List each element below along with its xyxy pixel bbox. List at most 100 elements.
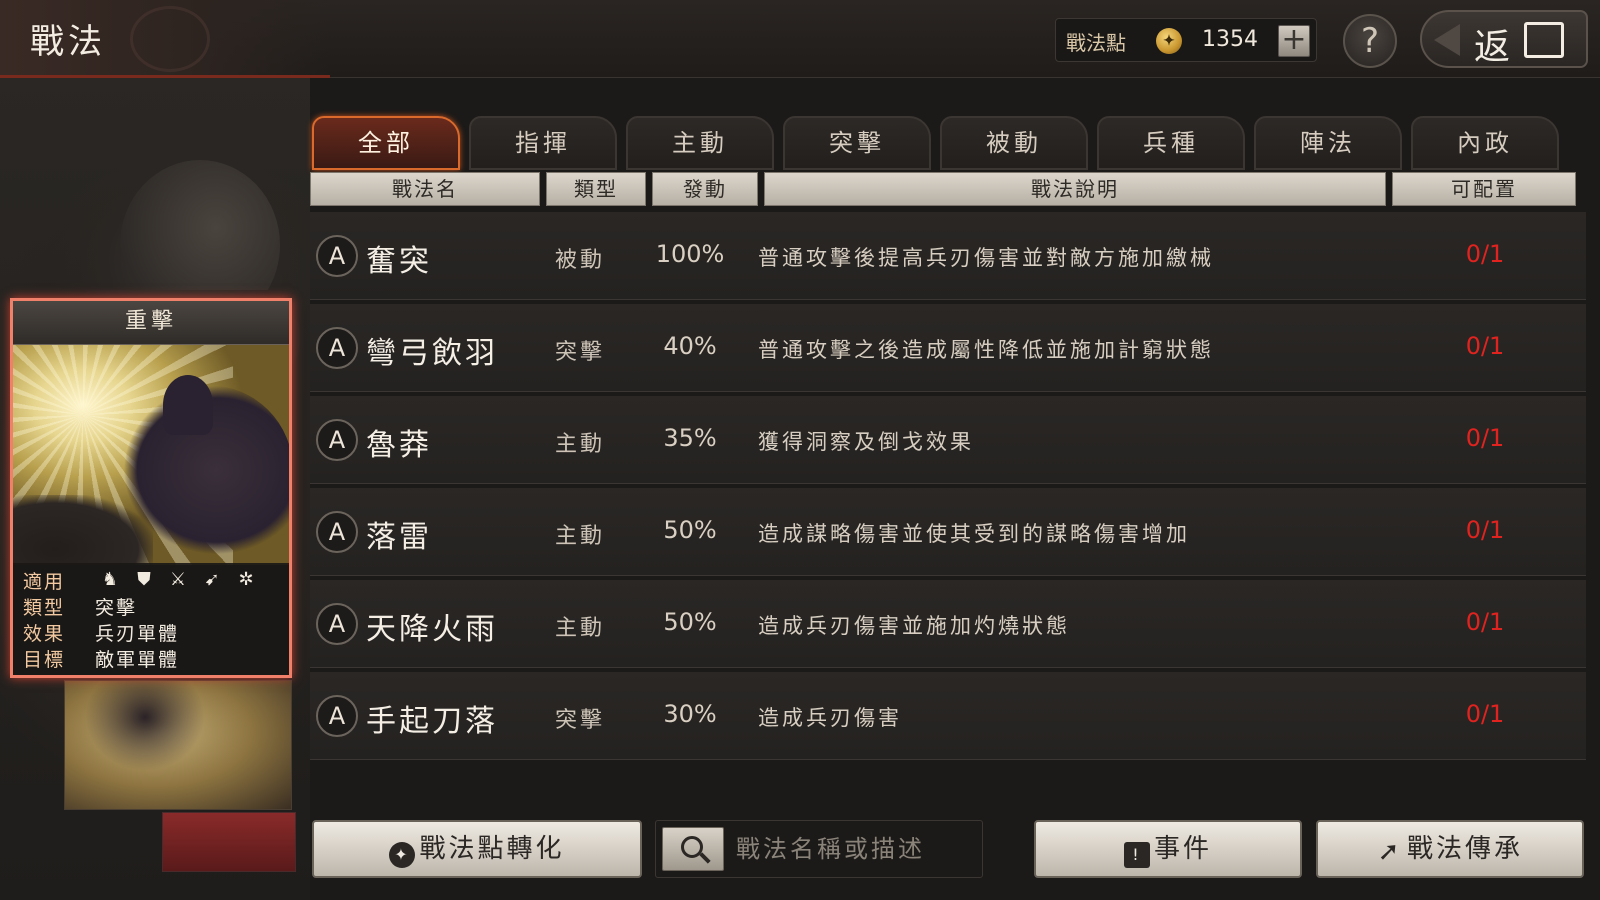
tactic-points-coin-icon: ✦	[1156, 28, 1182, 54]
stacked-card-art-red[interactable]	[162, 812, 296, 872]
tactic-points-value: 1354	[1202, 27, 1258, 52]
card-type-value: 突擊	[95, 597, 138, 619]
back-arrow-icon	[1434, 24, 1460, 56]
tab-passive[interactable]: 被動	[940, 116, 1088, 170]
page-title: 戰法	[30, 22, 106, 62]
tactic-allocation: 0/1	[1465, 424, 1505, 452]
card-applicable-label: 適用	[23, 571, 66, 593]
back-box-icon	[1524, 22, 1564, 58]
card-effect-label: 效果	[23, 623, 66, 645]
card-target-label: 目標	[23, 649, 66, 671]
card-type-label: 類型	[23, 597, 66, 619]
tab-domestic[interactable]: 內政	[1411, 116, 1559, 170]
card-type-row: 類型 突擊	[23, 593, 283, 619]
tactic-row[interactable]: A 手起刀落 突擊 30% 造成兵刃傷害 0/1	[310, 672, 1586, 760]
tactic-allocation: 0/1	[1465, 608, 1505, 636]
grade-badge: A	[316, 511, 358, 553]
tactic-point-icon: ✦	[389, 842, 416, 868]
tactic-name: 落雷	[366, 520, 432, 555]
tactic-row[interactable]: A 魯莽 主動 35% 獲得洞察及倒戈效果 0/1	[310, 396, 1586, 484]
title-banner: 戰法	[0, 0, 330, 78]
card-applicable-row: 適用 ♞ ⛊ ⚔ ➹ ✲	[23, 567, 283, 593]
card-target-value: 敵軍單體	[95, 649, 180, 671]
selected-tactic-card[interactable]: 重擊 適用 ♞ ⛊ ⚔ ➹ ✲ 類型 突擊 效果 兵刃單體 目標 敵軍單體	[10, 298, 292, 678]
column-headers: 戰法名 類型 發動 戰法說明 可配置	[310, 172, 1586, 206]
tab-assault[interactable]: 突擊	[783, 116, 931, 170]
search-button[interactable]	[662, 827, 724, 871]
card-target-row: 目標 敵軍單體	[23, 645, 283, 671]
inherit-arrow-icon: ➚	[1377, 837, 1403, 867]
tactic-allocation: 0/1	[1465, 240, 1505, 268]
tactic-rate: 35%	[663, 424, 717, 452]
grade-badge: A	[316, 695, 358, 737]
tactic-list: A 奮突 被動 100% 普通攻擊後提高兵刃傷害並對敵方施加繳械 0/1 A 彎…	[310, 212, 1586, 792]
tactic-rate: 50%	[663, 516, 717, 544]
cavalry-icon: ♞	[101, 569, 119, 590]
crossed-swords-icon: ⚔	[169, 569, 187, 590]
grade-badge: A	[316, 419, 358, 461]
alert-icon: !	[1123, 842, 1150, 868]
tactic-name: 魯莽	[366, 428, 432, 463]
tactic-points-label: 戰法點	[1066, 31, 1126, 55]
header-allocatable[interactable]: 可配置	[1392, 172, 1576, 206]
header-description: 戰法說明	[764, 172, 1386, 206]
tactic-description: 普通攻擊之後造成屬性降低並施加計窮狀態	[758, 338, 1214, 362]
tab-command[interactable]: 指揮	[469, 116, 617, 170]
tactic-description: 普通攻擊後提高兵刃傷害並對敵方施加繳械	[758, 246, 1214, 270]
tactic-type: 主動	[554, 616, 605, 641]
header-tactic-name[interactable]: 戰法名	[310, 172, 540, 206]
tactic-inherit-button[interactable]: ➚ 戰法傳承	[1316, 820, 1584, 878]
add-points-button[interactable]: +	[1278, 25, 1310, 57]
tactic-name: 手起刀落	[366, 704, 498, 739]
search-box	[655, 820, 983, 878]
tactic-row[interactable]: A 天降火雨 主動 50% 造成兵刃傷害並施加灼燒狀態 0/1	[310, 580, 1586, 668]
tactic-rate: 40%	[663, 332, 717, 360]
wheel-icon: ✲	[238, 569, 254, 590]
event-label: 事件	[1153, 834, 1212, 864]
tactic-type: 突擊	[554, 708, 605, 733]
tactic-type: 主動	[554, 432, 605, 457]
convert-points-button[interactable]: ✦ 戰法點轉化	[312, 820, 642, 878]
tactic-allocation: 0/1	[1465, 332, 1505, 360]
tactic-name: 奮突	[366, 244, 432, 279]
title-swirl-decoration	[130, 6, 210, 72]
tactic-description: 造成兵刃傷害並施加灼燒狀態	[758, 614, 1070, 638]
tactic-description: 造成兵刃傷害	[758, 706, 902, 730]
convert-points-label: 戰法點轉化	[419, 834, 565, 864]
tactic-name: 天降火雨	[366, 612, 498, 647]
tactic-row[interactable]: A 落雷 主動 50% 造成謀略傷害並使其受到的謀略傷害增加 0/1	[310, 488, 1586, 576]
card-title: 重擊	[13, 301, 289, 345]
event-button[interactable]: ! 事件	[1034, 820, 1302, 878]
tactic-rate: 50%	[663, 608, 717, 636]
grade-badge: A	[316, 235, 358, 277]
search-input[interactable]	[736, 829, 976, 869]
tab-formation[interactable]: 陣法	[1254, 116, 1402, 170]
shield-icon: ⛊	[137, 569, 151, 590]
tactic-row[interactable]: A 彎弓飲羽 突擊 40% 普通攻擊之後造成屬性降低並施加計窮狀態 0/1	[310, 304, 1586, 392]
tab-troop[interactable]: 兵種	[1097, 116, 1245, 170]
header-trigger-rate[interactable]: 發動	[652, 172, 758, 206]
category-tabs: 全部 指揮 主動 突擊 被動 兵種 陣法 內政	[312, 116, 1574, 170]
header-type[interactable]: 類型	[546, 172, 646, 206]
help-button[interactable]: ?	[1343, 14, 1397, 68]
tactic-description: 獲得洞察及倒戈效果	[758, 430, 974, 454]
tab-active[interactable]: 主動	[626, 116, 774, 170]
tactic-row[interactable]: A 奮突 被動 100% 普通攻擊後提高兵刃傷害並對敵方施加繳械 0/1	[310, 212, 1586, 300]
tactic-description: 造成謀略傷害並使其受到的謀略傷害增加	[758, 522, 1190, 546]
back-button[interactable]: 返	[1420, 10, 1588, 68]
card-art-rider	[163, 375, 213, 435]
stacked-card-figure	[85, 681, 205, 771]
card-effect-value: 兵刃單體	[95, 623, 180, 645]
tactic-type: 突擊	[554, 340, 605, 365]
tactic-rate: 30%	[663, 700, 717, 728]
tab-all[interactable]: 全部	[312, 116, 460, 170]
tactic-type: 被動	[554, 248, 605, 273]
tactic-points-display: 戰法點 ✦ 1354 +	[1055, 18, 1317, 62]
tactic-name: 彎弓飲羽	[366, 336, 498, 371]
tactic-inherit-label: 戰法傳承	[1406, 834, 1523, 864]
card-effect-row: 效果 兵刃單體	[23, 619, 283, 645]
tactic-type: 主動	[554, 524, 605, 549]
stacked-card-art[interactable]	[64, 680, 292, 810]
tactic-rate: 100%	[655, 240, 725, 268]
top-bar: 戰法 戰法點 ✦ 1354 + ? 返	[0, 0, 1600, 78]
